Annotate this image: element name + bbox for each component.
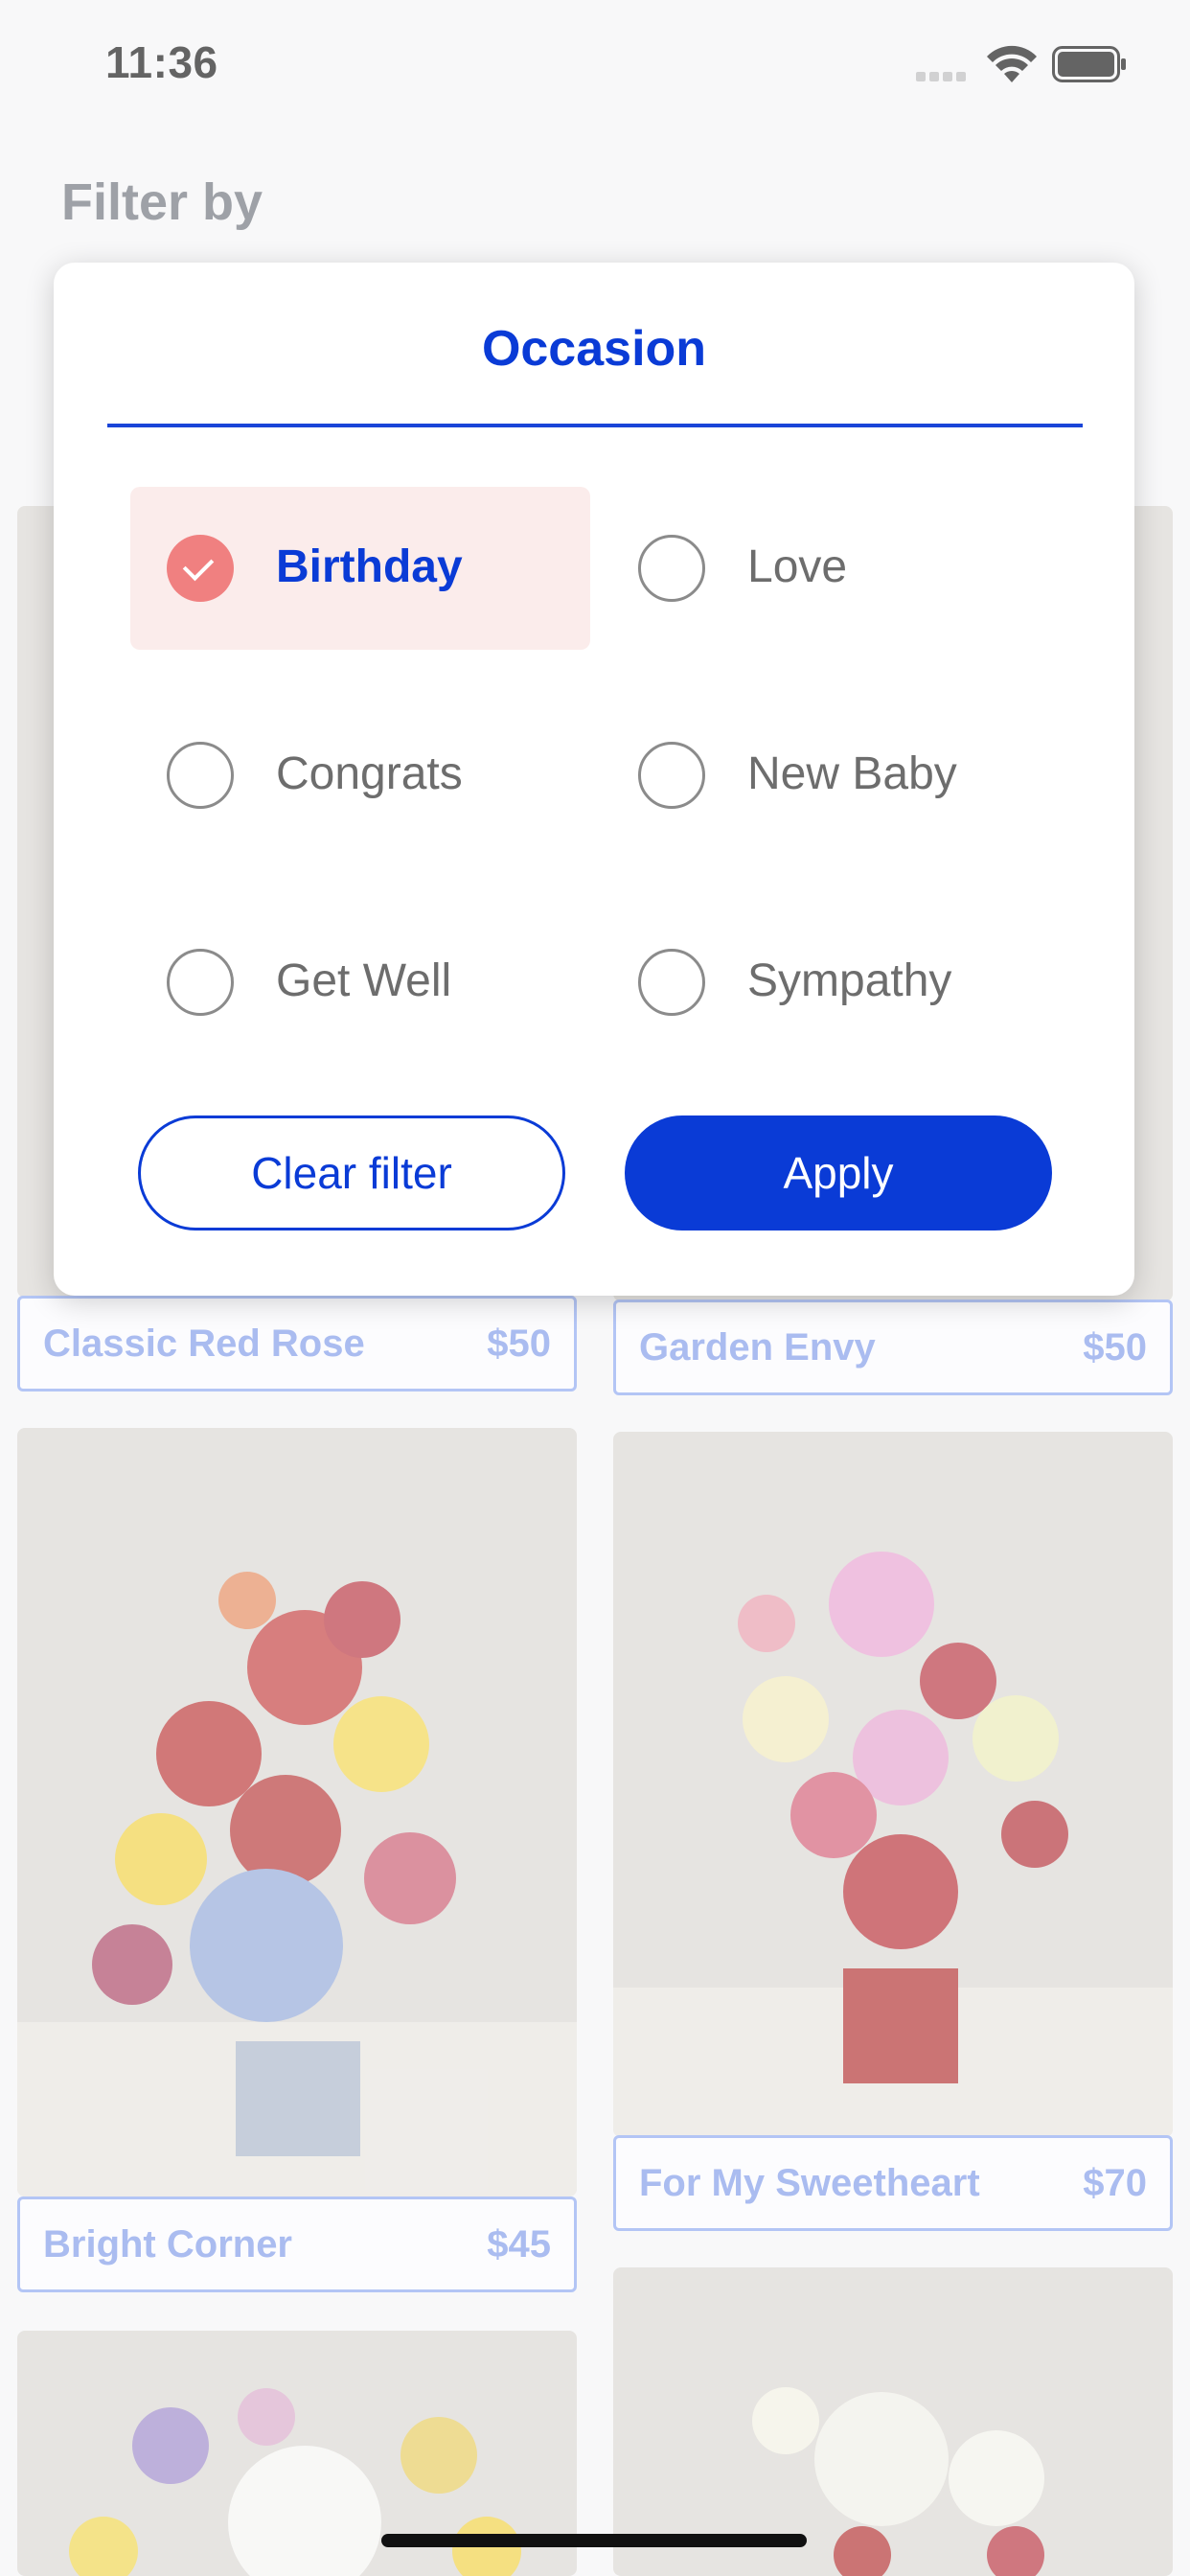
option-label: Sympathy <box>747 955 952 1006</box>
filter-modal: Occasion Birthday Love Congrats New Baby… <box>54 263 1134 1296</box>
option-label: Congrats <box>276 748 463 799</box>
option-congrats[interactable]: Congrats <box>130 694 590 857</box>
tab-occasion[interactable]: Occasion <box>54 320 1134 378</box>
radio-icon <box>167 949 234 1016</box>
option-birthday[interactable]: Birthday <box>130 487 590 650</box>
tab-underline <box>107 424 1083 427</box>
option-label: New Baby <box>747 748 957 799</box>
option-label: Love <box>747 541 848 592</box>
option-label: Birthday <box>276 541 463 592</box>
checkmark-icon <box>167 535 234 602</box>
option-label: Get Well <box>276 955 452 1006</box>
apply-button[interactable]: Apply <box>625 1116 1052 1230</box>
radio-icon <box>167 742 234 809</box>
option-new-baby[interactable]: New Baby <box>602 694 1062 857</box>
radio-icon <box>638 949 705 1016</box>
clear-filter-button[interactable]: Clear filter <box>138 1116 565 1230</box>
radio-icon <box>638 742 705 809</box>
option-love[interactable]: Love <box>602 487 1062 650</box>
option-sympathy[interactable]: Sympathy <box>602 901 1062 1064</box>
home-indicator[interactable] <box>381 2534 807 2547</box>
radio-icon <box>638 535 705 602</box>
option-get-well[interactable]: Get Well <box>130 901 590 1064</box>
